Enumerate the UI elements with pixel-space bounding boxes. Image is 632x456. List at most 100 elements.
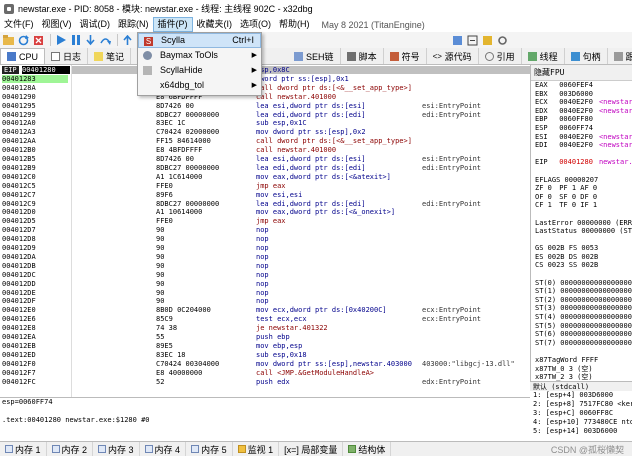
disasm-row[interactable]: C70424 02000000 mov dword ptr ss:[esp],0x… [72, 128, 530, 136]
disasm-row[interactable]: 90 nop [72, 253, 530, 261]
patch-icon[interactable] [481, 34, 494, 47]
tab-handles[interactable]: 句柄 [565, 48, 608, 64]
disasm-row[interactable]: C70424 00304000 mov dword ptr ss:[esp],ne… [72, 360, 530, 368]
register-row[interactable]: ST(1) 00000000000000000000 [531, 287, 632, 296]
tab-watch-1[interactable]: 监视 1 [233, 442, 280, 456]
disasm-row[interactable]: 90 nop [72, 280, 530, 288]
tab-symbols[interactable]: 符号 [384, 48, 427, 64]
menu-item-baymax-tools[interactable]: Baymax ToOls ▶ [138, 48, 261, 63]
register-row[interactable]: EBP 0060FF80 [531, 115, 632, 124]
register-row[interactable]: ESI 0040E2F0 <newstar.EntryPoint> [531, 133, 632, 142]
disassembly-view[interactable]: esp,0x8C dword ptr ss:[esp],0x1 call dword… [72, 65, 530, 397]
menu-file[interactable]: 文件(F) [0, 17, 38, 32]
step-over-icon[interactable] [99, 34, 112, 47]
tab-references[interactable]: 引用 [479, 48, 522, 64]
disasm-row[interactable]: 89F6 mov esi,esi [72, 191, 530, 199]
disasm-row[interactable]: FFE0 jmp eax [72, 182, 530, 190]
memory-icon[interactable] [466, 34, 479, 47]
register-row[interactable]: x87TW_2 3 (空) [531, 373, 632, 381]
menu-view[interactable]: 视图(V) [38, 17, 76, 32]
disasm-row[interactable]: 8DBC27 00000000 lea edi,dword ptr ds:[edi… [72, 164, 530, 172]
disasm-row[interactable]: A1 10614000 mov eax,dword ptr ds:[<&_onex… [72, 208, 530, 216]
restart-icon[interactable] [17, 34, 30, 47]
register-row[interactable]: ECX 0040E2F0 <newstar.EntryPoint> [531, 98, 632, 107]
disasm-row[interactable]: E8 4BFDFFFF call newstar.401000 [72, 146, 530, 154]
tab-trace[interactable]: 跟踪 [608, 48, 632, 64]
register-row[interactable]: OF 0 SF 0 DF 0 [531, 193, 632, 202]
animate-icon[interactable] [121, 34, 134, 47]
tab-struct[interactable]: 结构体 [343, 442, 392, 456]
register-row[interactable] [531, 236, 632, 245]
register-row[interactable]: x87TW_0 3 (空) [531, 365, 632, 374]
menu-item-scylla[interactable]: S Scylla Ctrl+I [138, 33, 261, 48]
hardware-icon[interactable] [451, 34, 464, 47]
register-row[interactable]: ST(6) 00000000000000000000 [531, 330, 632, 339]
menu-item-x64dbg-tol[interactable]: x64dbg_tol ▶ [138, 78, 261, 93]
registers-header[interactable]: 隐藏FPU [531, 65, 632, 81]
pause-icon[interactable] [69, 34, 82, 47]
disasm-row[interactable]: 8B0D 0C204000 mov ecx,dword ptr ds:[0x402… [72, 306, 530, 314]
register-row[interactable]: CF 1 TF 0 IF 1 [531, 201, 632, 210]
tab-dump-2[interactable]: 内存 2 [47, 442, 94, 456]
stack-argument-row[interactable]: 4: [esp+10] 773480CE ntdll [530, 418, 632, 427]
step-into-icon[interactable] [84, 34, 97, 47]
register-row[interactable] [531, 150, 632, 159]
disasm-row[interactable]: 85C9 test ecx,ecx ecx:EntryPoint [72, 315, 530, 323]
tab-dump-5[interactable]: 内存 5 [186, 442, 233, 456]
disasm-row[interactable]: 90 nop [72, 297, 530, 305]
register-row[interactable]: EBX 003D6000 [531, 90, 632, 99]
disasm-row[interactable]: 83EC 1C sub esp,0x1C [72, 119, 530, 127]
register-row[interactable]: ST(4) 00000000000000000000 [531, 313, 632, 322]
register-row[interactable]: LastStatus 00000000 (STATUS_SUCCESS) [531, 227, 632, 236]
register-row[interactable] [531, 270, 632, 279]
register-row[interactable] [531, 210, 632, 219]
tab-cpu[interactable]: CPU [0, 48, 46, 64]
register-row[interactable]: ZF 0 PF 1 AF 0 [531, 184, 632, 193]
tab-dump-4[interactable]: 内存 4 [140, 442, 187, 456]
disasm-row[interactable]: 8D7426 00 lea esi,dword ptr ds:[esi] esi:E… [72, 102, 530, 110]
settings-icon[interactable] [496, 34, 509, 47]
open-icon[interactable] [2, 34, 15, 47]
register-row[interactable]: ST(7) 00000000000000000000 [531, 339, 632, 348]
stack-argument-row[interactable]: 2: [esp+8] 7517FC80 <kernel32> [530, 400, 632, 409]
stack-argument-row[interactable]: 3: [esp+C] 0060FF8C [530, 409, 632, 418]
disasm-row[interactable]: FFE0 jmp eax [72, 217, 530, 225]
disasm-row[interactable]: 83EC 18 sub esp,0x18 [72, 351, 530, 359]
stack-argument-row[interactable]: 5: [esp+14] 003D6000 [530, 427, 632, 436]
disasm-row[interactable]: 89E5 mov ebp,esp [72, 342, 530, 350]
tab-locals[interactable]: [x=] 局部变量 [279, 442, 344, 456]
disasm-row[interactable]: 8DBC27 00000000 lea edi,dword ptr ds:[edi… [72, 200, 530, 208]
tab-seh[interactable]: SEH链 [288, 48, 341, 64]
menu-debug[interactable]: 调试(D) [76, 17, 115, 32]
tab-threads[interactable]: 线程 [522, 48, 565, 64]
disasm-row[interactable]: A1 1C614000 mov eax,dword ptr ds:[<&atexi… [72, 173, 530, 181]
disasm-row[interactable]: 8D7426 00 lea esi,dword ptr ds:[esi] esi:E… [72, 155, 530, 163]
disasm-row[interactable]: FF15 84614000 call dword ptr ds:[<&__set_… [72, 137, 530, 145]
register-row[interactable]: ST(2) 00000000000000000000 [531, 296, 632, 305]
run-icon[interactable] [54, 34, 67, 47]
register-row[interactable]: x87TagWord FFFF [531, 356, 632, 365]
disasm-row[interactable]: 55 push ebp [72, 333, 530, 341]
disasm-row[interactable]: 74 38 je newstar.401322 [72, 324, 530, 332]
calling-convention-header[interactable]: 默认 (stdcall) [530, 381, 632, 391]
disasm-row[interactable]: 90 nop [72, 289, 530, 297]
register-row[interactable]: EDX 0040E2F0 <newstar.EntryPoint> [531, 107, 632, 116]
disasm-gutter[interactable]: EIP 00401280 00401283 0040128A 00401290 0040… [0, 65, 72, 397]
register-row[interactable]: LastError 00000000 (ERROR_SUCCESS) [531, 219, 632, 228]
tab-notes[interactable]: 笔记 [88, 48, 132, 64]
tab-dump-3[interactable]: 内存 3 [93, 442, 140, 456]
stack-argument-row[interactable]: 1: [esp+4] 003D6000 [530, 391, 632, 400]
menu-options[interactable]: 选项(O) [236, 17, 275, 32]
menu-plugins[interactable]: 插件(P) [152, 17, 193, 32]
menu-item-scyllahide[interactable]: ScyllaHide ▶ [138, 63, 261, 78]
menu-trace[interactable]: 跟踪(N) [114, 17, 153, 32]
disasm-row[interactable]: 90 nop [72, 226, 530, 234]
disasm-row[interactable]: E8 40000000 call <JMP.&GetModuleHandleA> [72, 369, 530, 377]
register-row[interactable]: EIP 00401280 newstar.00401280 [531, 158, 632, 167]
register-row[interactable]: CS 0023 SS 002B [531, 261, 632, 270]
register-row[interactable]: ESP 0060FF74 [531, 124, 632, 133]
register-row[interactable]: ES 002B DS 002B [531, 253, 632, 262]
tab-log[interactable]: 日志 [45, 48, 89, 64]
menu-favourites[interactable]: 收藏夹(I) [193, 17, 237, 32]
close-icon[interactable] [32, 34, 45, 47]
